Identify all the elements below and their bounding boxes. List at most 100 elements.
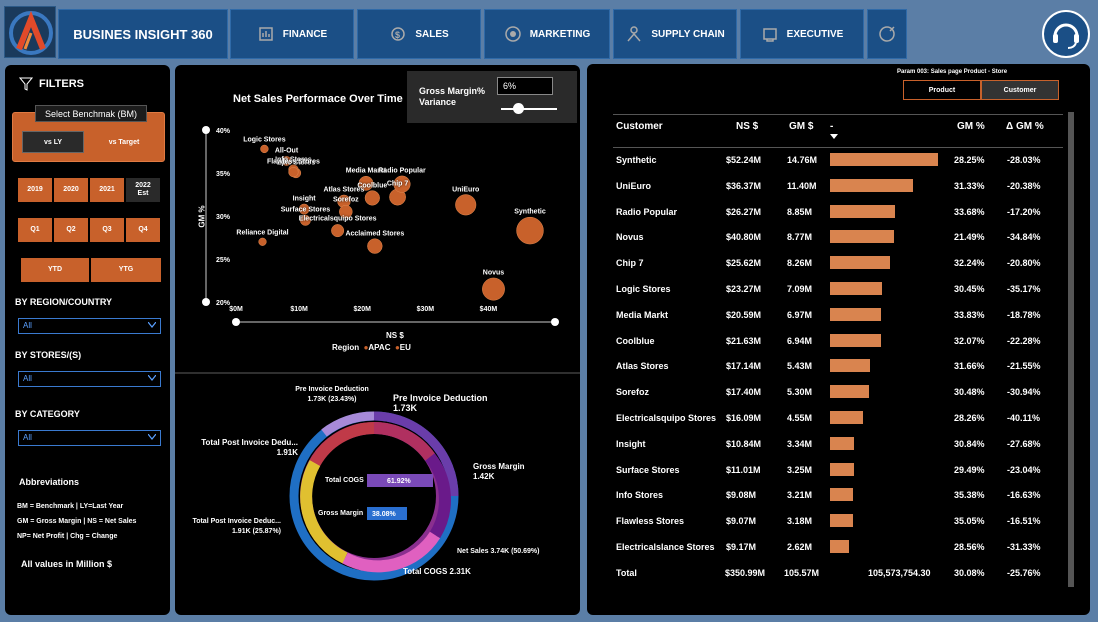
category-value: All <box>23 433 32 442</box>
scatter-point[interactable] <box>260 144 269 154</box>
brand-title: BUSINES INSIGHT 360 <box>58 9 228 59</box>
total-bar-value: 105,573,754.30 <box>868 567 931 578</box>
legend-title: Region <box>332 343 360 352</box>
table-top-rule <box>613 114 1063 115</box>
col-gm-pct[interactable]: GM % <box>957 121 985 132</box>
year-2020[interactable]: 2020 <box>54 178 88 202</box>
cell-delta-gm: -34.84% <box>1007 232 1041 243</box>
cell-gm-pct: 30.84% <box>954 438 985 449</box>
x-tick-label: $10M <box>290 306 308 313</box>
x-tick-label: $30M <box>417 306 435 313</box>
col-bar[interactable]: - <box>830 121 833 132</box>
filters-title: FILTERS <box>39 78 85 90</box>
period-ytg[interactable]: YTG <box>91 258 161 282</box>
table-scrollbar[interactable] <box>1068 112 1074 587</box>
cell-customer: Surface Stores <box>616 464 680 475</box>
chart-panel: Net Sales Performace Over Time Gross Mar… <box>175 65 580 615</box>
cell-gm-pct: 31.33% <box>954 180 985 191</box>
bm-vs-ly[interactable]: vs LY <box>22 131 84 153</box>
scatter-point[interactable] <box>455 194 477 216</box>
nav-sales[interactable]: $ SALES <box>357 9 481 59</box>
period-ytd[interactable]: YTD <box>21 258 89 282</box>
gm-bar <box>830 359 870 373</box>
year-2021[interactable]: 2021 <box>90 178 124 202</box>
col-ns[interactable]: NS $ <box>736 121 758 132</box>
bm-vs-target[interactable]: vs Target <box>93 131 155 153</box>
scatter-point[interactable] <box>482 277 505 301</box>
total-gm: 105.57M <box>784 567 820 578</box>
scatter-point-label: Synthetic <box>514 208 546 216</box>
sort-desc-icon[interactable] <box>830 134 838 140</box>
nav-supply-chain[interactable]: SUPPLY CHAIN <box>613 9 737 59</box>
scatter-point[interactable] <box>367 238 383 254</box>
panel-divider <box>175 372 580 374</box>
cell-delta-gm: -28.03% <box>1007 155 1041 165</box>
all-values-note: All values in Million $ <box>21 559 113 569</box>
cell-customer: Chip 7 <box>616 258 644 269</box>
cell-delta-gm: -23.04% <box>1007 464 1041 475</box>
gm-bar <box>830 411 864 424</box>
year-2019[interactable]: 2019 <box>18 178 52 202</box>
cell-gm: 8.26M <box>787 258 813 269</box>
category-label: BY CATEGORY <box>15 409 80 419</box>
table-panel: Param 003: Sales page Product - Store Pr… <box>587 64 1090 615</box>
cell-customer: Atlas Stores <box>616 361 669 372</box>
cell-gm: 3.25M <box>787 464 813 475</box>
gm-bar <box>830 204 895 218</box>
abbr-line: GM = Gross Margin | NS = Net Sales <box>17 518 137 525</box>
cell-delta-gm: -18.78% <box>1007 309 1041 320</box>
total-label: Total <box>616 567 637 578</box>
y-tick-label: 30% <box>216 214 231 221</box>
quarter-q1[interactable]: Q1 <box>18 218 52 242</box>
profit-icon <box>879 26 895 42</box>
col-delta-gm[interactable]: Δ GM % <box>1006 121 1044 132</box>
quarter-q4[interactable]: Q4 <box>126 218 160 242</box>
quarter-q2[interactable]: Q2 <box>54 218 88 242</box>
cell-ns: $9.17M <box>726 542 757 552</box>
executive-icon <box>762 28 777 42</box>
nav-finance[interactable]: FINANCE <box>230 9 354 59</box>
cell-ns: $36.37M <box>726 180 762 191</box>
cell-gm-pct: 32.07% <box>954 335 985 346</box>
toggle-product[interactable]: Product <box>903 80 981 100</box>
cell-ns: $17.40M <box>726 387 762 398</box>
cell-delta-gm: -30.94% <box>1007 387 1041 398</box>
scatter-point-label: Surface Stores <box>280 206 331 214</box>
toggle-customer[interactable]: Customer <box>981 80 1059 100</box>
region-dropdown[interactable]: All <box>18 318 161 334</box>
col-gm[interactable]: GM $ <box>789 121 813 132</box>
nav-marketing[interactable]: MARKETING <box>484 9 610 59</box>
donut-label-post-invoice-pct: Total Post Invoice Deduc... 1.91K (25.87%… <box>192 518 281 535</box>
scatter-point[interactable] <box>258 237 267 246</box>
cell-delta-gm: -17.20% <box>1007 206 1041 217</box>
nav-executive[interactable]: EXECUTIVE <box>740 9 864 59</box>
table-scroll-thumb[interactable] <box>1068 112 1074 587</box>
inner-bar-label-gm: Gross Margin <box>318 510 363 517</box>
scatter-point-label: Acclaimed Stores <box>345 230 405 238</box>
scatter-point[interactable] <box>331 224 345 238</box>
quarter-q3[interactable]: Q3 <box>90 218 124 242</box>
cell-customer: Electricalslance Stores <box>616 542 715 552</box>
year-2022-est[interactable]: 2022 Est <box>126 178 160 202</box>
gm-bar <box>830 436 855 450</box>
scatter-legend: Region ●APAC ●EU <box>332 343 411 352</box>
param-label: Param 003: Sales page Product - Store <box>897 69 1008 75</box>
col-customer[interactable]: Customer <box>616 121 663 132</box>
cell-customer: Synthetic <box>616 155 657 165</box>
category-dropdown[interactable]: All <box>18 430 161 446</box>
support-button[interactable] <box>1042 10 1090 58</box>
scatter-point[interactable] <box>516 216 544 245</box>
gm-bar <box>830 514 854 528</box>
scatter-point[interactable] <box>288 167 299 178</box>
donut-label-total-cogs: Total COGS 2.31K <box>403 567 471 576</box>
cell-ns: $21.63M <box>726 335 762 346</box>
chevron-down-icon <box>148 375 156 381</box>
cell-delta-gm: -21.55% <box>1007 361 1041 372</box>
nav-profit[interactable] <box>867 9 907 59</box>
cell-delta-gm: -20.80% <box>1007 258 1041 269</box>
app-logo[interactable] <box>4 6 56 58</box>
stores-dropdown[interactable]: All <box>18 371 161 387</box>
scatter-point[interactable] <box>364 190 380 206</box>
cell-gm: 5.30M <box>787 387 813 398</box>
cell-gm: 3.18M <box>787 516 813 527</box>
